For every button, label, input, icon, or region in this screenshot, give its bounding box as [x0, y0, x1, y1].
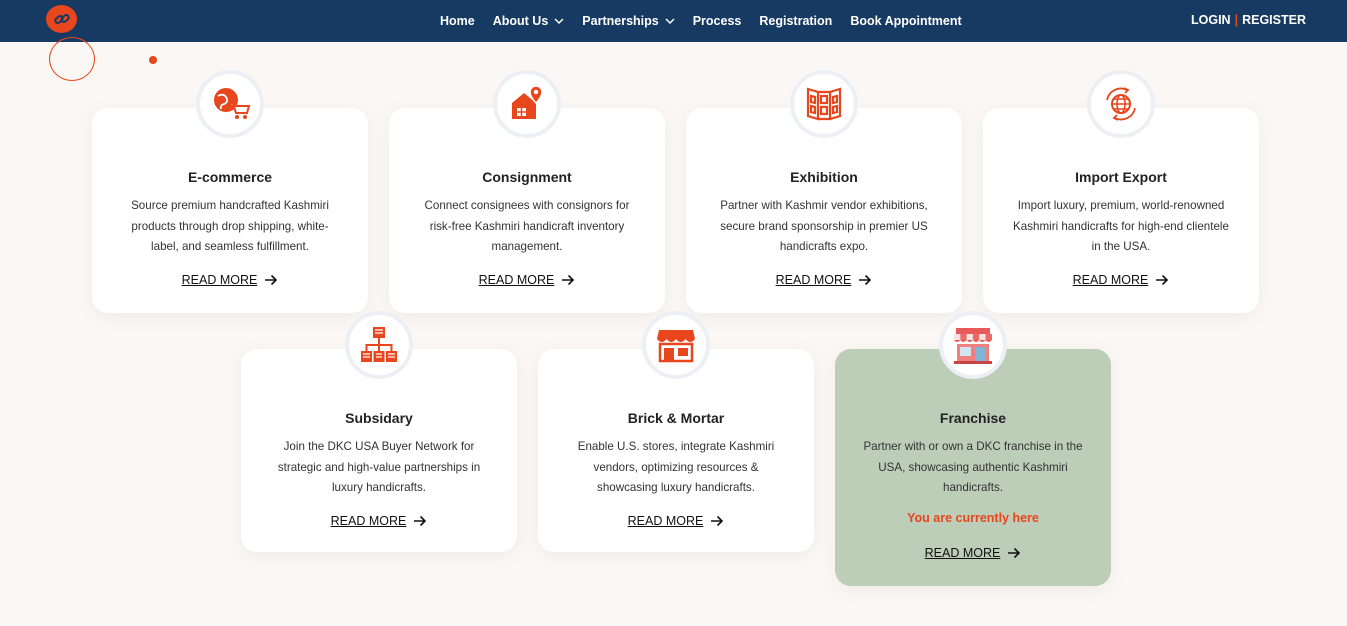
decorative-dot — [149, 56, 157, 64]
top-navbar: Home About Us Partnerships Process Regis… — [0, 0, 1347, 42]
card-title: Franchise — [939, 410, 1007, 426]
decorative-ring — [49, 37, 95, 81]
read-more-link[interactable]: READ MORE — [835, 546, 1111, 560]
arrow-right-icon — [1156, 274, 1169, 286]
link-logo-icon[interactable] — [46, 5, 77, 33]
folding-screen-icon — [790, 70, 858, 138]
auth-separator: | — [1234, 13, 1239, 27]
card-exhibition: Exhibition Partner with Kashmir vendor e… — [686, 70, 962, 313]
nav-book-appointment[interactable]: Book Appointment — [850, 14, 961, 28]
card-description: Partner with or own a DKC franchise in t… — [863, 440, 1083, 494]
card-title: Import Export — [1075, 169, 1167, 185]
globe-cart-icon — [196, 70, 264, 138]
card-import-export: Import Export Import luxury, premium, wo… — [983, 70, 1259, 313]
register-link[interactable]: REGISTER — [1242, 13, 1306, 27]
login-link[interactable]: LOGIN — [1191, 13, 1231, 27]
house-location-icon — [493, 70, 561, 138]
arrow-right-icon — [562, 274, 575, 286]
arrow-right-icon — [859, 274, 872, 286]
org-chart-icon — [345, 311, 413, 379]
main-nav: Home About Us Partnerships Process Regis… — [440, 0, 962, 42]
storefront-icon — [642, 311, 710, 379]
read-more-link[interactable]: READ MORE — [389, 273, 665, 287]
auth-links: LOGIN | REGISTER — [1191, 13, 1306, 27]
nav-home[interactable]: Home — [440, 14, 475, 28]
read-more-link[interactable]: READ MORE — [538, 514, 814, 528]
card-consignment: Consignment Connect consignees with cons… — [389, 70, 665, 313]
card-description: Source premium handcrafted Kashmiri prod… — [131, 199, 329, 253]
nav-registration[interactable]: Registration — [759, 14, 832, 28]
card-description: Partner with Kashmir vendor exhibitions,… — [720, 199, 928, 253]
card-title: Brick & Mortar — [627, 410, 725, 426]
chevron-down-icon — [665, 18, 675, 25]
current-location-label: You are currently here — [907, 511, 1039, 525]
arrow-right-icon — [1008, 547, 1021, 559]
nav-about-us[interactable]: About Us — [493, 14, 565, 28]
nav-process[interactable]: Process — [693, 14, 742, 28]
read-more-link[interactable]: READ MORE — [983, 273, 1259, 287]
arrow-right-icon — [414, 515, 427, 527]
card-franchise: Franchise Partner with or own a DKC fran… — [835, 311, 1111, 586]
card-description: Join the DKC USA Buyer Network for strat… — [277, 440, 481, 494]
read-more-link[interactable]: READ MORE — [241, 514, 517, 528]
arrow-right-icon — [265, 274, 278, 286]
read-more-link[interactable]: READ MORE — [92, 273, 368, 287]
card-subsidary: Subsidary Join the DKC USA Buyer Network… — [241, 311, 517, 552]
card-description: Enable U.S. stores, integrate Kashmiri v… — [577, 440, 775, 494]
arrow-right-icon — [711, 515, 724, 527]
shop-awning-icon — [939, 311, 1007, 379]
read-more-link[interactable]: READ MORE — [686, 273, 962, 287]
card-title: E-commerce — [187, 169, 273, 185]
globe-arrows-icon — [1087, 70, 1155, 138]
card-title: Subsidary — [345, 410, 413, 426]
card-brick-mortar: Brick & Mortar Enable U.S. stores, integ… — [538, 311, 814, 552]
card-title: Exhibition — [790, 169, 858, 185]
chevron-down-icon — [554, 18, 564, 25]
card-ecommerce: E-commerce Source premium handcrafted Ka… — [92, 70, 368, 313]
card-description: Import luxury, premium, world-renowned K… — [1013, 199, 1229, 253]
card-title: Consignment — [482, 169, 572, 185]
card-description: Connect consignees with consignors for r… — [424, 199, 630, 253]
nav-partnerships[interactable]: Partnerships — [582, 14, 675, 28]
